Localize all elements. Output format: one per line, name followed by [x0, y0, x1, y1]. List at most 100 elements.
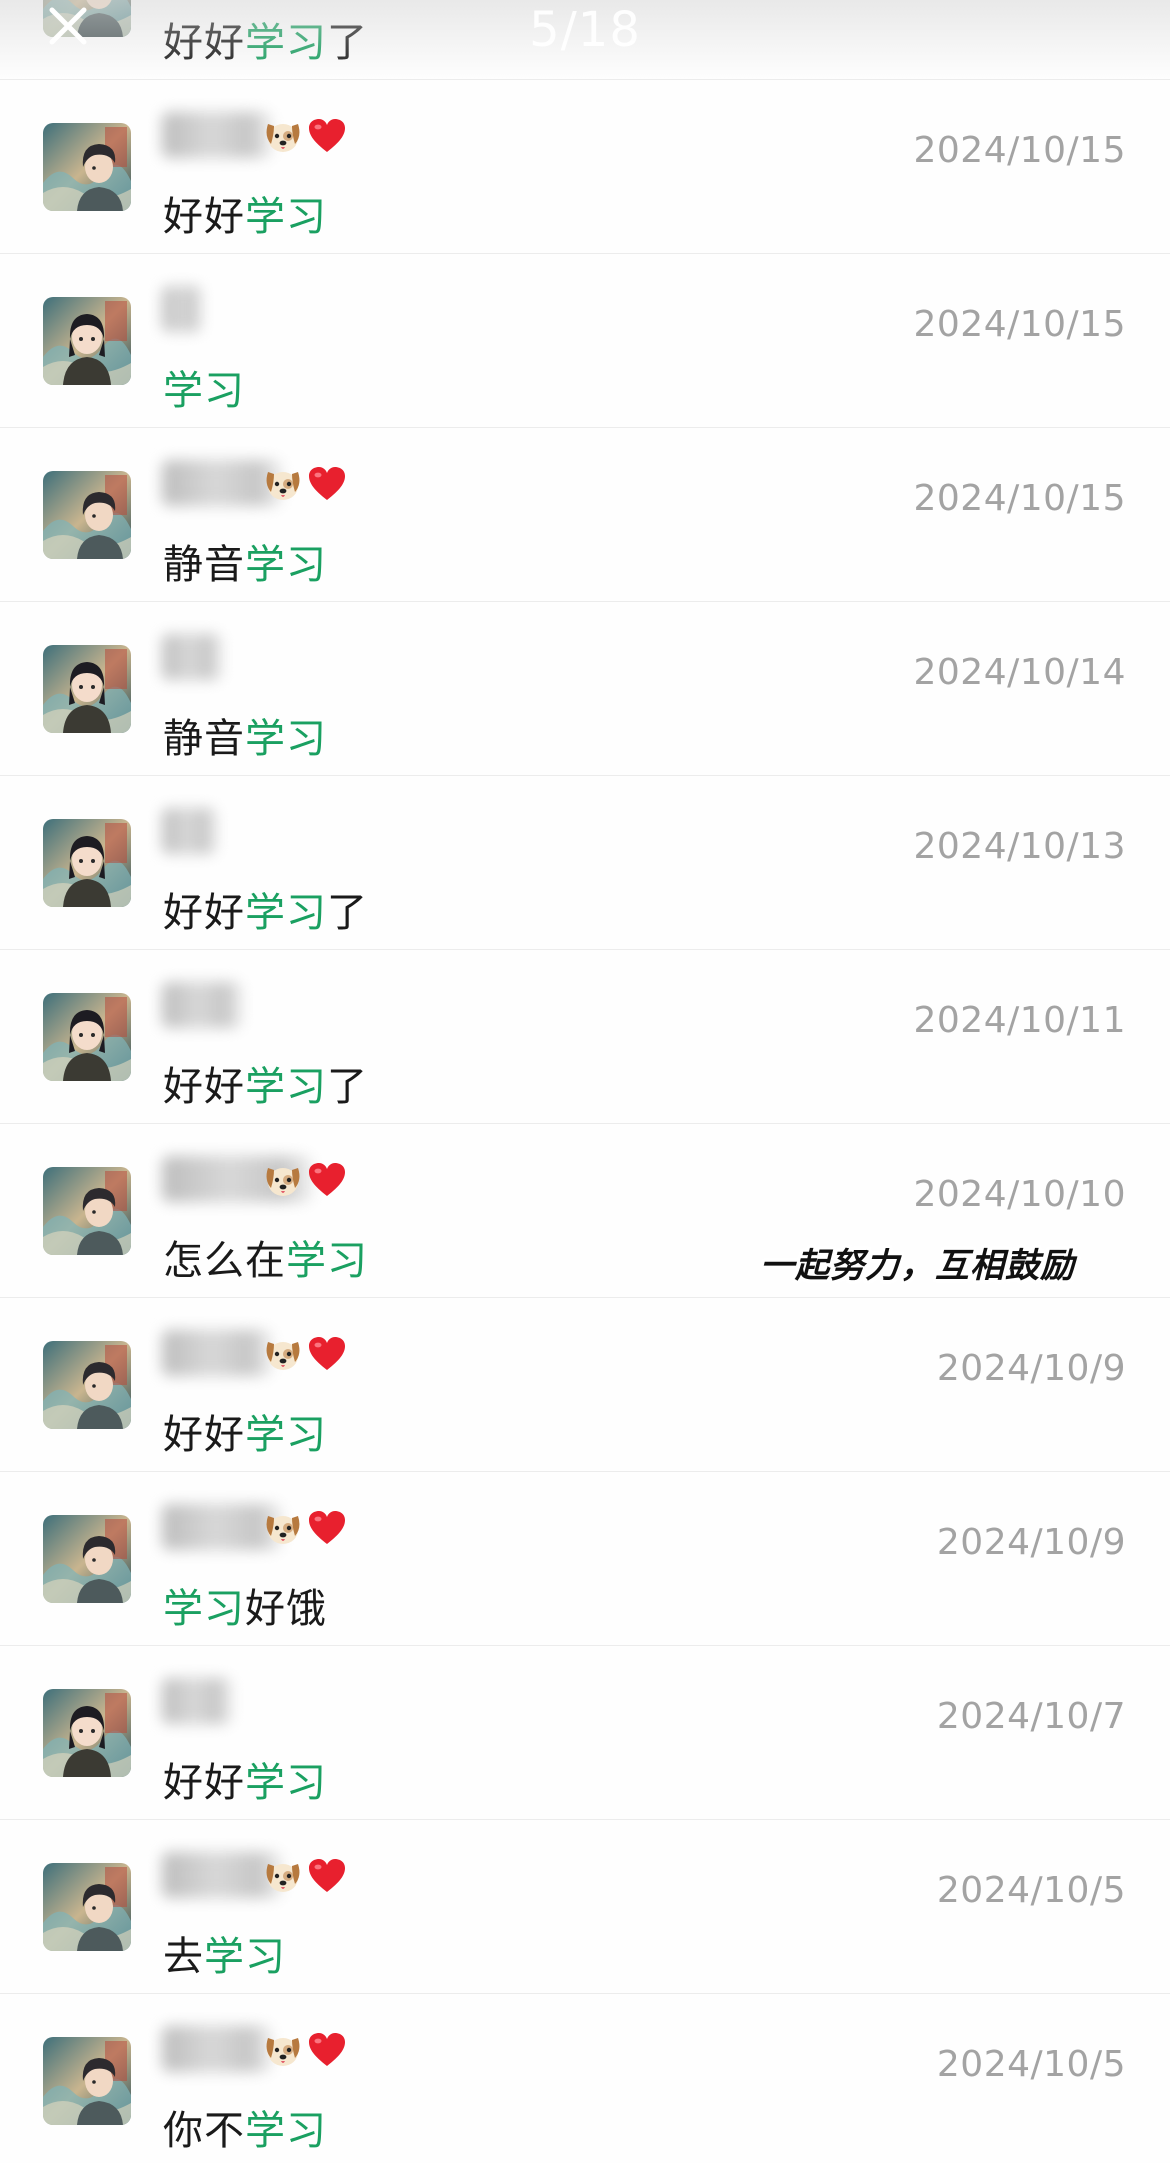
message-text: 静音 [163, 542, 245, 588]
search-keyword-highlight: 学习 [245, 1760, 327, 1806]
message-date: 2024/10/7 [936, 1696, 1126, 1737]
message-date: 2024/10/15 [913, 304, 1126, 345]
dog-icon [266, 124, 300, 152]
search-keyword-highlight: 学习 [245, 716, 327, 762]
message-text: 好好 [163, 194, 245, 240]
search-result-row[interactable]: 2024/10/9 学习好饿 [0, 1472, 1170, 1646]
dog-icon [266, 1168, 300, 1196]
dog-icon [266, 1516, 300, 1544]
heart-icon [309, 1337, 345, 1370]
avatar[interactable] [43, 1689, 131, 1777]
blurred-contact-name [162, 2026, 272, 2072]
message-text: 怎么在 [163, 1238, 286, 1284]
heart-icon [309, 1511, 345, 1544]
message-preview: 好好学习 [163, 184, 327, 242]
heart-icon [309, 2033, 345, 2066]
message-preview: 去学习 [163, 1924, 286, 1982]
heart-icon [309, 1859, 345, 1892]
search-keyword-highlight: 学习 [245, 2108, 327, 2154]
avatar[interactable] [43, 819, 131, 907]
message-date: 2024/10/5 [936, 2044, 1126, 2085]
message-date: 2024/10/13 [913, 826, 1126, 867]
search-result-row[interactable]: 2024/10/15 学习 [0, 254, 1170, 428]
avatar[interactable] [43, 645, 131, 733]
result-list: 好好学习了 2024/10/15 好好学习 2024/10/15 学习 2024/10/1… [0, 0, 1170, 2163]
message-text: 了 [327, 890, 368, 936]
name-emojis [262, 1156, 348, 1204]
avatar[interactable] [43, 123, 131, 211]
message-text: 好好 [163, 890, 245, 936]
message-date: 2024/10/10 [913, 1174, 1126, 1215]
avatar[interactable] [43, 2037, 131, 2125]
name-emojis [262, 112, 348, 160]
avatar[interactable] [43, 297, 131, 385]
search-keyword-highlight: 学习 [245, 890, 327, 936]
search-result-row[interactable]: 2024/10/5 去学习 [0, 1820, 1170, 1994]
message-text: 去 [163, 1934, 204, 1980]
message-preview: 学习好饿 [163, 1576, 327, 1634]
message-date: 2024/10/14 [913, 652, 1126, 693]
search-result-row[interactable]: 2024/10/11 好好学习了 [0, 950, 1170, 1124]
blurred-contact-name [162, 634, 222, 680]
heart-icon [309, 467, 345, 500]
name-emojis [262, 1330, 348, 1378]
search-result-row[interactable]: 2024/10/15 静音学习 [0, 428, 1170, 602]
message-date: 2024/10/5 [936, 1870, 1126, 1911]
name-emojis [262, 1852, 348, 1900]
avatar[interactable] [43, 1341, 131, 1429]
message-preview: 你不学习 [163, 2098, 327, 2156]
message-text: 你不 [163, 2108, 245, 2154]
message-text: 好好 [163, 1412, 245, 1458]
message-date: 2024/10/11 [913, 1000, 1126, 1041]
blurred-contact-name [162, 1678, 232, 1724]
search-result-row[interactable]: 2024/10/10 怎么在学习 [0, 1124, 1170, 1298]
dog-icon [266, 472, 300, 500]
message-text: 好好 [163, 1064, 245, 1110]
message-preview: 好好学习 [163, 1750, 327, 1808]
search-keyword-highlight: 学习 [245, 1064, 327, 1110]
avatar[interactable] [43, 471, 131, 559]
dog-icon [266, 2038, 300, 2066]
message-preview: 学习 [163, 358, 245, 416]
search-results-screen: 5/18 好好学习了 2024/10/15 好好学习 2024/10/15 学习 2024… [0, 0, 1170, 2163]
name-emojis [262, 2026, 348, 2074]
dog-icon [266, 1342, 300, 1370]
search-result-row[interactable]: 2024/10/13 好好学习了 [0, 776, 1170, 950]
heart-icon [309, 1163, 345, 1196]
blurred-contact-name [162, 112, 272, 158]
message-date: 2024/10/9 [936, 1522, 1126, 1563]
blurred-contact-name [162, 982, 242, 1028]
heart-icon [309, 119, 345, 152]
message-date: 2024/10/15 [913, 478, 1126, 519]
search-result-row[interactable]: 2024/10/14 静音学习 [0, 602, 1170, 776]
avatar[interactable] [43, 1515, 131, 1603]
search-keyword-highlight: 学习 [245, 194, 327, 240]
message-preview: 好好学习 [163, 1402, 327, 1460]
message-text: 了 [327, 1064, 368, 1110]
message-text: 好饿 [245, 1586, 327, 1632]
search-result-row[interactable]: 2024/10/5 你不学习 [0, 1994, 1170, 2163]
search-result-row[interactable]: 2024/10/9 好好学习 [0, 1298, 1170, 1472]
message-preview: 好好学习了 [163, 1054, 368, 1112]
search-result-row[interactable]: 2024/10/7 好好学习 [0, 1646, 1170, 1820]
message-date: 2024/10/15 [913, 130, 1126, 171]
page-indicator: 5/18 [529, 2, 641, 58]
dog-icon [266, 1864, 300, 1892]
blurred-contact-name [162, 286, 202, 332]
avatar[interactable] [43, 1167, 131, 1255]
search-keyword-highlight: 学习 [245, 542, 327, 588]
blurred-contact-name [162, 808, 217, 854]
search-result-row[interactable]: 2024/10/15 好好学习 [0, 80, 1170, 254]
name-emojis [262, 460, 348, 508]
name-emojis [262, 1504, 348, 1552]
message-preview: 静音学习 [163, 706, 327, 764]
search-keyword-highlight: 学习 [204, 1934, 286, 1980]
avatar[interactable] [43, 993, 131, 1081]
message-date: 2024/10/9 [936, 1348, 1126, 1389]
message-preview: 怎么在学习 [163, 1228, 368, 1286]
message-text: 静音 [163, 716, 245, 762]
search-keyword-highlight: 学习 [163, 368, 245, 414]
blurred-contact-name [162, 1330, 272, 1376]
search-keyword-highlight: 学习 [163, 1586, 245, 1632]
avatar[interactable] [43, 1863, 131, 1951]
